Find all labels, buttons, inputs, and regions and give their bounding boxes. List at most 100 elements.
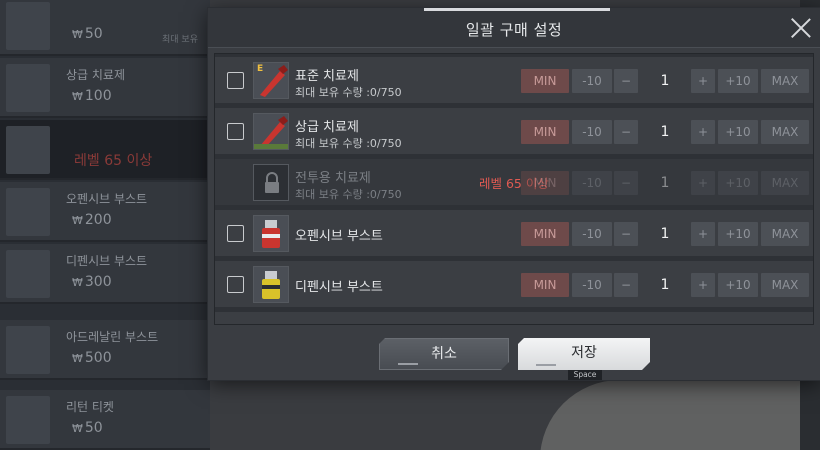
- item-thumbnail: [6, 126, 50, 174]
- item-thumbnail: [6, 326, 50, 374]
- quantity-value[interactable]: 1: [640, 273, 690, 297]
- item-name: 전투용 치료제: [295, 171, 371, 186]
- plus-10-button[interactable]: +10: [718, 273, 758, 297]
- max-button[interactable]: MAX: [761, 120, 809, 144]
- item-max-quantity: 최대 보유 수량 :0/750: [295, 86, 402, 99]
- list-item: 디펜시브 부스트 MIN -10 − 1 + +10 MAX: [215, 261, 813, 309]
- shop-item-lock-text: 레벨 65 이상: [74, 153, 153, 169]
- list-item: E 표준 치료제 최대 보유 수량 :0/750 MIN -10 − 1 + +…: [215, 57, 813, 105]
- cancel-label: 취소: [431, 346, 457, 362]
- item-thumbnail: [6, 188, 50, 236]
- plus-10-button[interactable]: +10: [718, 222, 758, 246]
- minus-button[interactable]: −: [614, 222, 638, 246]
- minus-button: −: [614, 171, 638, 195]
- minus-button[interactable]: −: [614, 120, 638, 144]
- shop-item[interactable]: 50 최대 보유: [0, 0, 210, 56]
- button-underline: [536, 364, 556, 366]
- list-item-partial: [215, 312, 813, 324]
- shop-item[interactable]: 상급 치료제 100: [0, 58, 210, 118]
- defensive-boost-icon: [253, 266, 289, 303]
- quantity-value[interactable]: 1: [640, 69, 690, 93]
- item-name: 상급 치료제: [295, 120, 359, 135]
- shop-item-locked[interactable]: 레벨 65 이상: [0, 120, 210, 180]
- item-checkbox[interactable]: [227, 72, 244, 89]
- bulk-purchase-modal: 일괄 구매 설정 E 표준 치료제 최대 보유 수량 :0/750 MIN -1…: [208, 8, 820, 380]
- plus-10-button[interactable]: +10: [718, 69, 758, 93]
- save-shortcut-hint: Space: [568, 370, 602, 380]
- min-button[interactable]: MIN: [521, 120, 569, 144]
- standard-medkit-icon: E: [253, 62, 289, 99]
- min-button[interactable]: MIN: [521, 222, 569, 246]
- shop-item-price: 200: [72, 212, 112, 228]
- minus-10-button: -10: [572, 171, 612, 195]
- advanced-medkit-icon: [253, 113, 289, 150]
- quantity-value: 1: [660, 175, 670, 191]
- max-button[interactable]: MAX: [761, 69, 809, 93]
- list-item-locked: 전투용 치료제 최대 보유 수량 :0/750 레벨 65 이상 MIN -10…: [215, 159, 813, 207]
- minus-button[interactable]: −: [614, 69, 638, 93]
- modal-header: 일괄 구매 설정: [208, 8, 820, 48]
- header-accent-line: [424, 8, 610, 11]
- shop-item-name: 상급 치료제: [66, 68, 126, 82]
- tier-tag: E: [257, 64, 264, 74]
- min-button: MIN: [521, 171, 569, 195]
- shop-item-price: 50: [72, 26, 103, 42]
- shop-item-name: 디펜시브 부스트: [66, 254, 148, 268]
- item-thumbnail: [6, 2, 50, 50]
- item-thumbnail: [6, 250, 50, 298]
- item-name: 디펜시브 부스트: [295, 280, 383, 295]
- shop-item-price: 500: [72, 350, 112, 366]
- shop-item[interactable]: 오펜시브 부스트 200: [0, 182, 210, 242]
- shop-item[interactable]: 디펜시브 부스트 300: [0, 244, 210, 304]
- minus-10-button[interactable]: -10: [572, 273, 612, 297]
- list-item: 오펜시브 부스트 MIN -10 − 1 + +10 MAX: [215, 210, 813, 258]
- shop-item-price: 50: [72, 420, 103, 436]
- item-thumbnail: [6, 64, 50, 112]
- item-name: 표준 치료제: [295, 69, 359, 84]
- item-max-quantity: 최대 보유 수량 :0/750: [295, 137, 402, 150]
- shop-item-name: 오펜시브 부스트: [66, 192, 148, 206]
- plus-button[interactable]: +: [691, 120, 715, 144]
- shop-item-name: 리턴 티켓: [66, 400, 114, 414]
- item-checkbox[interactable]: [227, 225, 244, 242]
- quantity-value[interactable]: 1: [640, 120, 690, 144]
- list-item: 상급 치료제 최대 보유 수량 :0/750 MIN -10 − 1 + +10…: [215, 108, 813, 156]
- lock-icon: [253, 164, 289, 201]
- offensive-boost-icon: [253, 215, 289, 252]
- item-thumbnail: [6, 396, 50, 444]
- shop-item-name: 아드레날린 부스트: [66, 330, 159, 344]
- minus-10-button[interactable]: -10: [572, 222, 612, 246]
- plus-button[interactable]: +: [691, 273, 715, 297]
- close-icon[interactable]: [790, 17, 812, 39]
- plus-button[interactable]: +: [691, 222, 715, 246]
- shop-item-price: 100: [72, 88, 112, 104]
- item-max-quantity: 최대 보유 수량 :0/750: [295, 188, 402, 201]
- shop-item-badge: 최대 보유: [162, 35, 198, 45]
- save-label: 저장: [571, 345, 597, 361]
- minus-10-button[interactable]: -10: [572, 69, 612, 93]
- max-button: MAX: [761, 171, 809, 195]
- plus-10-button[interactable]: +10: [718, 120, 758, 144]
- minus-10-button[interactable]: -10: [572, 120, 612, 144]
- save-button[interactable]: 저장: [518, 338, 650, 370]
- cancel-button[interactable]: 취소: [379, 338, 509, 370]
- shop-item-price: 300: [72, 274, 112, 290]
- character-figure: [540, 380, 820, 450]
- item-checkbox[interactable]: [227, 276, 244, 293]
- shop-item[interactable]: 아드레날린 부스트 500: [0, 320, 210, 380]
- minus-button[interactable]: −: [614, 273, 638, 297]
- plus-button: +: [691, 171, 715, 195]
- max-button[interactable]: MAX: [761, 273, 809, 297]
- item-name: 오펜시브 부스트: [295, 229, 383, 244]
- min-button[interactable]: MIN: [521, 69, 569, 93]
- plus-button[interactable]: +: [691, 69, 715, 93]
- quantity-value[interactable]: 1: [640, 222, 690, 246]
- item-list[interactable]: E 표준 치료제 최대 보유 수량 :0/750 MIN -10 − 1 + +…: [214, 53, 814, 325]
- button-underline: [398, 363, 418, 365]
- item-checkbox[interactable]: [227, 123, 244, 140]
- plus-10-button: +10: [718, 171, 758, 195]
- shop-item[interactable]: 리턴 티켓 50: [0, 390, 210, 450]
- max-button[interactable]: MAX: [761, 222, 809, 246]
- min-button[interactable]: MIN: [521, 273, 569, 297]
- shop-list-background: 50 최대 보유 상급 치료제 100 레벨 65 이상 오펜시브 부스트 20…: [0, 0, 210, 450]
